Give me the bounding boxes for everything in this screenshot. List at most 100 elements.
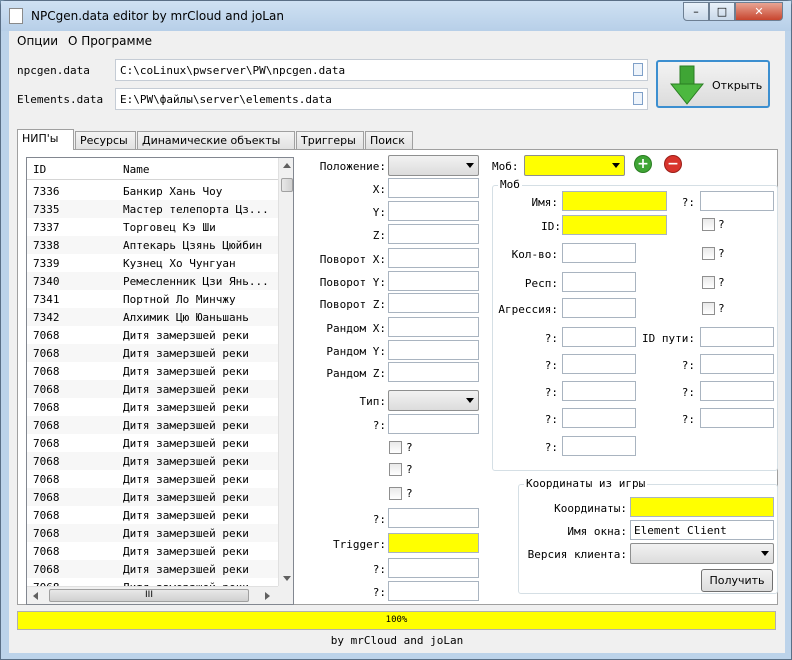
add-mob-button[interactable]: +: [634, 155, 652, 173]
rotation-x-field[interactable]: [388, 248, 479, 268]
list-item[interactable]: 7068 Дитя замерзшей реки: [27, 524, 279, 542]
unknown-field[interactable]: [388, 581, 479, 601]
unknown-field[interactable]: [388, 414, 479, 434]
mob-respawn-field[interactable]: [562, 272, 636, 292]
list-item[interactable]: 7335 Мастер телепорта Цз...: [27, 200, 279, 218]
unknown-field[interactable]: [562, 408, 636, 428]
list-item[interactable]: 7068 Дитя замерзшей реки: [27, 470, 279, 488]
unknown-field[interactable]: [700, 354, 774, 374]
tab-npcs[interactable]: НИП'ы: [17, 129, 74, 150]
unknown-field[interactable]: [700, 191, 774, 211]
scroll-down-arrow-icon[interactable]: [283, 576, 291, 581]
menu-options[interactable]: Опции: [17, 34, 58, 48]
mob-name-field[interactable]: [562, 191, 667, 211]
list-item[interactable]: 7068 Дитя замерзшей реки: [27, 452, 279, 470]
type-combo[interactable]: [388, 390, 479, 411]
menu-about[interactable]: О Программе: [68, 34, 152, 48]
horizontal-scrollbar[interactable]: III: [27, 586, 278, 604]
scroll-left-arrow-icon[interactable]: [33, 592, 38, 600]
list-item[interactable]: 7068 Дитя замерзшей реки: [27, 416, 279, 434]
tab-triggers[interactable]: Триггеры: [296, 131, 364, 149]
unknown-field[interactable]: [700, 408, 774, 428]
unknown-checkbox[interactable]: [702, 218, 715, 231]
scroll-thumb[interactable]: [281, 178, 293, 192]
list-item[interactable]: 7068 Дитя замерзшей реки: [27, 560, 279, 578]
elements-path-field[interactable]: E:\PW\файлы\server\elements.data: [115, 88, 648, 110]
title-bar[interactable]: NPCgen.data editor by mrCloud and joLan …: [1, 1, 791, 31]
unknown-checkbox[interactable]: [702, 247, 715, 260]
window-name-field[interactable]: Element Client: [630, 520, 774, 540]
tab-resources[interactable]: Ресурсы: [75, 131, 136, 149]
random-x-field[interactable]: [388, 317, 479, 337]
unknown-field[interactable]: [700, 381, 774, 401]
position-combo[interactable]: [388, 155, 479, 176]
list-item[interactable]: 7068 Дитя замерзшей реки: [27, 362, 279, 380]
mob-aggression-field[interactable]: [562, 298, 636, 318]
close-button[interactable]: ✕: [735, 2, 783, 21]
list-item[interactable]: 7338 Аптекарь Цзянь Цюйбин: [27, 236, 279, 254]
unknown-checkbox[interactable]: [389, 487, 402, 500]
npc-list[interactable]: ID Name 7336 Банкир Хань Чоу 7335 Мастер те…: [26, 157, 294, 605]
list-item[interactable]: 7068 Дитя замерзшей реки: [27, 542, 279, 560]
minimize-button[interactable]: –: [683, 2, 709, 21]
unknown-field[interactable]: [562, 436, 636, 456]
random-y-field[interactable]: [388, 340, 479, 360]
list-item[interactable]: 7336 Банкир Хань Чоу: [27, 182, 279, 200]
column-header-id[interactable]: ID: [33, 163, 46, 176]
unknown-field[interactable]: [562, 354, 636, 374]
list-item[interactable]: 7337 Торговец Кэ Ши: [27, 218, 279, 236]
column-header-name[interactable]: Name: [123, 163, 150, 176]
unknown-field[interactable]: [388, 508, 479, 528]
maximize-button[interactable]: □: [709, 2, 735, 21]
mob-count-field[interactable]: [562, 243, 636, 263]
y-field[interactable]: [388, 201, 479, 221]
list-item[interactable]: 7068 Дитя замерзшей реки: [27, 506, 279, 524]
browse-file-icon[interactable]: [633, 92, 643, 105]
remove-mob-button[interactable]: −: [664, 155, 682, 173]
get-coordinates-button[interactable]: Получить: [701, 569, 773, 592]
list-item[interactable]: 7068 Дитя замерзшей реки: [27, 344, 279, 362]
scroll-right-arrow-icon[interactable]: [265, 592, 270, 600]
mob-id-field[interactable]: [562, 215, 667, 235]
unknown-field[interactable]: [562, 327, 636, 347]
list-item[interactable]: 7068 Дитя замерзшей реки: [27, 488, 279, 506]
unknown-checkbox[interactable]: [389, 441, 402, 454]
unknown-label: ?:: [544, 386, 558, 399]
vertical-scrollbar[interactable]: [278, 158, 293, 586]
mob-combo[interactable]: [524, 155, 625, 176]
list-item[interactable]: 7068 Дитя замерзшей реки: [27, 326, 279, 344]
list-item[interactable]: 7340 Ремесленник Цзи Янь...: [27, 272, 279, 290]
unknown-checkbox[interactable]: [702, 302, 715, 315]
list-item[interactable]: 7342 Алхимик Цю Юаньшань: [27, 308, 279, 326]
tab-search[interactable]: Поиск: [365, 131, 413, 149]
list-item[interactable]: 7341 Портной Ло Минчжу: [27, 290, 279, 308]
open-button[interactable]: Открыть: [656, 60, 770, 108]
z-field[interactable]: [388, 224, 479, 244]
list-item[interactable]: 7339 Кузнец Хо Чунгуан: [27, 254, 279, 272]
unknown-field[interactable]: [388, 558, 479, 578]
rotation-z-field[interactable]: [388, 293, 479, 313]
path-id-field[interactable]: [700, 327, 774, 347]
random-z-field[interactable]: [388, 362, 479, 382]
coordinates-field[interactable]: [630, 497, 774, 517]
scroll-up-arrow-icon[interactable]: [283, 163, 291, 168]
unknown-checkbox[interactable]: [702, 276, 715, 289]
browse-file-icon[interactable]: [633, 63, 643, 76]
tab-dynamic-objects[interactable]: Динамические объекты: [137, 131, 295, 149]
list-item[interactable]: 7068 Дитя замерзшей реки: [27, 434, 279, 452]
chevron-down-icon: [466, 163, 474, 168]
unknown-checkbox[interactable]: [389, 463, 402, 476]
trigger-field[interactable]: [388, 533, 479, 553]
npcgen-path-field[interactable]: C:\coLinux\pwserver\PW\npcgen.data: [115, 59, 648, 81]
list-item-id: 7068: [33, 329, 60, 342]
list-item-name: Ремесленник Цзи Янь...: [123, 275, 269, 288]
client-version-combo[interactable]: [630, 543, 774, 564]
scroll-thumb-horizontal[interactable]: III: [49, 589, 249, 602]
rotation-y-field[interactable]: [388, 271, 479, 291]
open-button-label: Открыть: [712, 79, 763, 92]
list-item[interactable]: 7068 Дитя замерзшей реки: [27, 398, 279, 416]
unknown-field[interactable]: [562, 381, 636, 401]
unknown-label: ?:: [372, 586, 386, 599]
x-field[interactable]: [388, 178, 479, 198]
list-item[interactable]: 7068 Дитя замерзшей реки: [27, 380, 279, 398]
